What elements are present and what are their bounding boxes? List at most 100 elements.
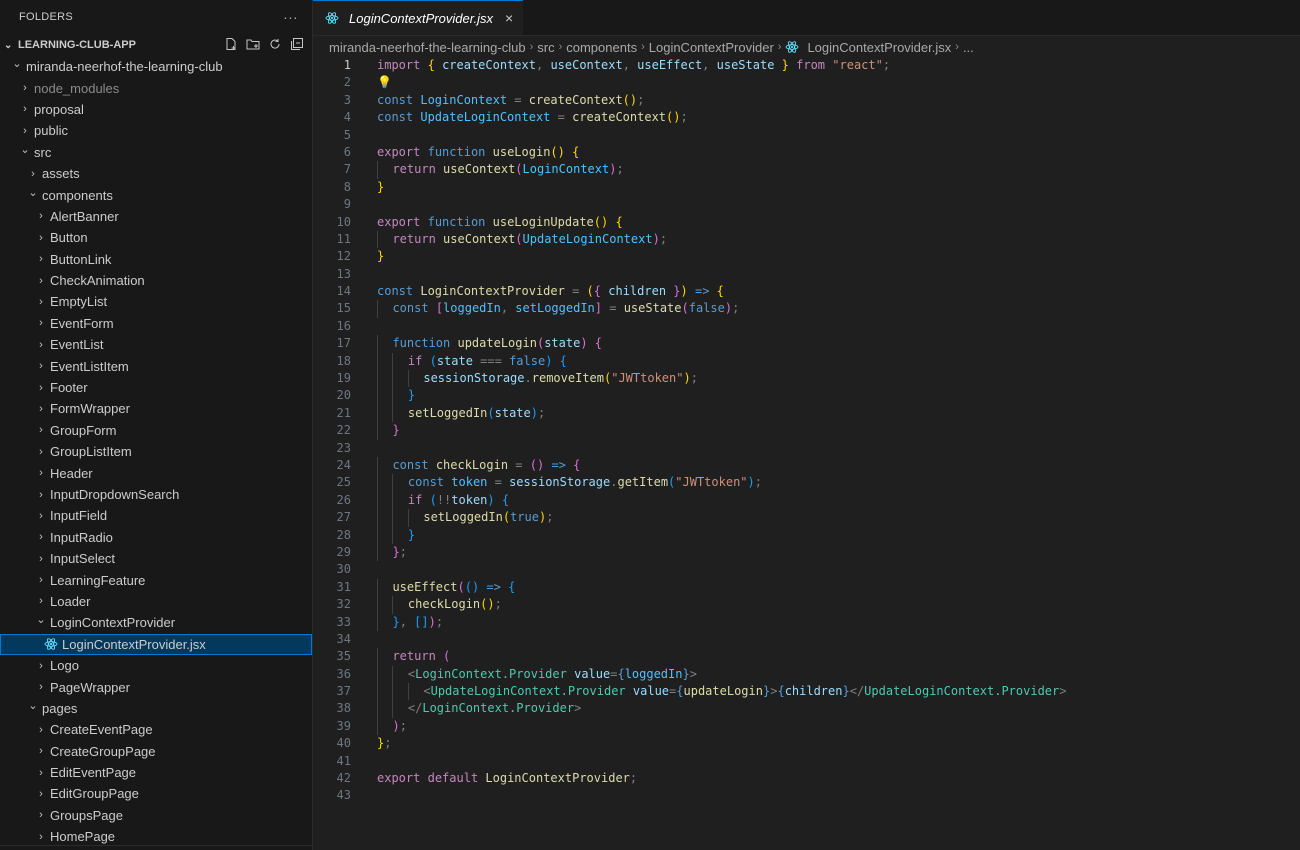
tree-folder-item[interactable]: › PageWrapper bbox=[0, 676, 312, 697]
code-token: setLoggedIn bbox=[515, 301, 595, 316]
code-token: const bbox=[392, 457, 429, 472]
code-editor[interactable]: 1 import { createContext, useContext, use… bbox=[313, 57, 1300, 850]
code-text: } bbox=[377, 387, 415, 405]
code-text: export default LoginContextProvider; bbox=[377, 770, 637, 787]
breadcrumb-item[interactable]: ... bbox=[963, 40, 974, 55]
indent-guide bbox=[392, 700, 407, 718]
breadcrumb-separator-icon: › bbox=[955, 41, 959, 53]
code-line: 31 useEffect(() => { bbox=[313, 578, 1300, 597]
tree-folder-item[interactable]: › EditGroupPage bbox=[0, 783, 312, 804]
chevron-right-icon: › bbox=[23, 82, 27, 95]
tree-folder-item[interactable]: › Button bbox=[0, 227, 312, 248]
tree-folder-item[interactable]: › InputField bbox=[0, 505, 312, 526]
line-number: 9 bbox=[343, 197, 351, 212]
code-token: ; bbox=[680, 110, 688, 125]
tree-folder-item[interactable]: ⌄ LoginContextProvider bbox=[0, 612, 312, 633]
breadcrumb-item[interactable]: LoginContextProvider.jsx bbox=[807, 40, 951, 55]
code-token: () bbox=[593, 214, 609, 229]
tree-folder-item[interactable]: › InputSelect bbox=[0, 548, 312, 569]
tree-folder-item[interactable]: › LearningFeature bbox=[0, 569, 312, 590]
tree-folder-item[interactable]: › InputDropdownSearch bbox=[0, 484, 312, 505]
tree-folder-item[interactable]: › InputRadio bbox=[0, 527, 312, 548]
tree-item-label: LearningFeature bbox=[50, 572, 146, 588]
line-number: 25 bbox=[336, 475, 351, 490]
tree-folder-item[interactable]: › EventListItem bbox=[0, 355, 312, 376]
chevron-right-icon: › bbox=[39, 787, 43, 800]
code-token: updateLogin bbox=[457, 336, 537, 351]
tree-item-label: EventForm bbox=[50, 315, 114, 331]
new-file-icon[interactable] bbox=[224, 37, 238, 51]
code-token: false bbox=[509, 353, 546, 368]
line-number: 34 bbox=[336, 631, 351, 646]
tree-folder-item[interactable]: ⌄ pages bbox=[0, 698, 312, 719]
collapse-all-icon[interactable] bbox=[290, 37, 304, 51]
line-number: 40 bbox=[336, 736, 351, 751]
workspace-section-header[interactable]: ⌄ LEARNING-CLUB-APP bbox=[0, 34, 312, 56]
tree-folder-item[interactable]: › CreateEventPage bbox=[0, 719, 312, 740]
tree-folder-item[interactable]: › EmptyList bbox=[0, 291, 312, 312]
code-text: 💡 bbox=[377, 74, 392, 91]
tree-folder-item[interactable]: › Header bbox=[0, 462, 312, 483]
code-token: useEffect bbox=[637, 58, 703, 72]
line-number: 30 bbox=[336, 562, 351, 577]
code-line: 3 const LoginContext = createContext(); bbox=[313, 92, 1300, 109]
tree-file-item[interactable]: LoginContextProvider.jsx bbox=[0, 633, 312, 655]
tree-folder-item[interactable]: › Loader bbox=[0, 591, 312, 612]
code-token: { bbox=[427, 58, 435, 72]
code-text: } bbox=[377, 248, 384, 265]
tree-folder-item[interactable]: › Logo bbox=[0, 655, 312, 676]
tree-folder-item[interactable]: › ButtonLink bbox=[0, 249, 312, 270]
tree-folder-item[interactable]: ⌄ miranda-neerhof-the-learning-club bbox=[0, 56, 312, 77]
tree-item-label: InputField bbox=[50, 508, 108, 524]
tree-folder-item[interactable]: › GroupsPage bbox=[0, 805, 312, 826]
code-token: { bbox=[716, 284, 724, 299]
code-token: LoginContext bbox=[420, 92, 508, 107]
breadcrumb-item[interactable]: src bbox=[537, 40, 554, 55]
code-token: sessionStorage bbox=[423, 371, 525, 386]
tree-folder-item[interactable]: › AlertBanner bbox=[0, 206, 312, 227]
tree-item-label: AlertBanner bbox=[50, 208, 119, 224]
code-text: <LoginContext.Provider value={loggedIn}> bbox=[377, 665, 697, 684]
tree-folder-item[interactable]: › GroupListItem bbox=[0, 441, 312, 462]
code-token: useContext bbox=[550, 58, 623, 72]
close-tab-icon[interactable]: × bbox=[505, 10, 513, 26]
tree-folder-item[interactable]: › EventList bbox=[0, 334, 312, 355]
code-token: loggedIn bbox=[624, 666, 683, 681]
tree-folder-item[interactable]: › node_modules bbox=[0, 77, 312, 98]
indent-guide bbox=[392, 370, 407, 388]
tree-folder-item[interactable]: › GroupForm bbox=[0, 420, 312, 441]
tree-folder-item[interactable]: › public bbox=[0, 120, 312, 141]
tree-folder-item[interactable]: › Footer bbox=[0, 377, 312, 398]
tree-folder-item[interactable]: ⌄ src bbox=[0, 142, 312, 163]
tree-folder-item[interactable]: › assets bbox=[0, 163, 312, 184]
tree-folder-item[interactable]: › EditEventPage bbox=[0, 762, 312, 783]
tree-folder-item[interactable]: ⌄ components bbox=[0, 184, 312, 205]
line-number: 11 bbox=[336, 231, 351, 246]
tree-folder-item[interactable]: › CheckAnimation bbox=[0, 270, 312, 291]
code-line: 20 } bbox=[313, 387, 1300, 405]
code-token: import bbox=[377, 58, 421, 72]
code-token: setLoggedIn bbox=[423, 510, 503, 525]
breadcrumb-item[interactable]: components bbox=[566, 40, 637, 55]
tree-item-label: Header bbox=[50, 465, 93, 481]
more-actions-icon[interactable]: ··· bbox=[283, 9, 298, 25]
new-folder-icon[interactable] bbox=[246, 37, 260, 51]
code-token: = bbox=[487, 475, 510, 490]
tab-login-context-provider[interactable]: LoginContextProvider.jsx × bbox=[313, 0, 524, 35]
tree-folder-item[interactable]: › EventForm bbox=[0, 313, 312, 334]
breadcrumb-item[interactable]: LoginContextProvider bbox=[649, 40, 774, 55]
chevron-right-icon: › bbox=[31, 167, 35, 180]
code-token: } bbox=[392, 614, 400, 629]
tree-folder-item[interactable]: › CreateGroupPage bbox=[0, 741, 312, 762]
indent-guide bbox=[392, 387, 407, 405]
code-token: ( bbox=[429, 353, 437, 368]
breadcrumb-item[interactable]: miranda-neerhof-the-learning-club bbox=[329, 40, 526, 55]
editor-area: LoginContextProvider.jsx × miranda-neerh… bbox=[313, 0, 1300, 850]
chevron-right-icon: › bbox=[39, 317, 43, 330]
refresh-icon[interactable] bbox=[268, 37, 282, 51]
tree-folder-item[interactable]: › FormWrapper bbox=[0, 398, 312, 419]
code-token: checkLogin bbox=[407, 597, 481, 612]
chevron-right-icon: › bbox=[39, 360, 43, 373]
lightbulb-icon[interactable]: 💡 bbox=[377, 75, 392, 89]
tree-folder-item[interactable]: › proposal bbox=[0, 99, 312, 120]
